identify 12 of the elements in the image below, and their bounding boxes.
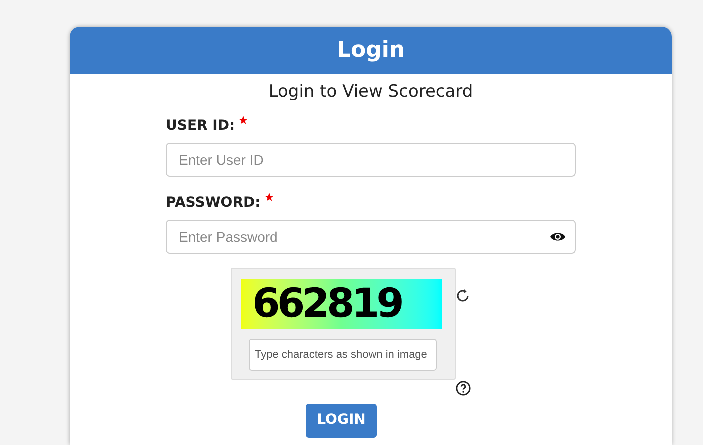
- card-title: Login: [336, 37, 406, 65]
- refresh-icon[interactable]: [455, 288, 471, 304]
- eye-icon[interactable]: [550, 230, 566, 242]
- password-field[interactable]: Enter Password: [166, 220, 576, 254]
- captcha-code: 662819: [252, 280, 402, 328]
- captcha-input[interactable]: Type characters as shown in image: [249, 338, 437, 370]
- input-field[interactable]: Enter User ID: [166, 142, 576, 176]
- field-label: USER ID:: [166, 116, 236, 136]
- help-icon[interactable]: [456, 380, 471, 396]
- login-button[interactable]: LOGIN: [306, 404, 377, 438]
- card-subtitle: Login to View Scorecard: [268, 81, 474, 104]
- field-label: PASSWORD:: [166, 194, 261, 212]
